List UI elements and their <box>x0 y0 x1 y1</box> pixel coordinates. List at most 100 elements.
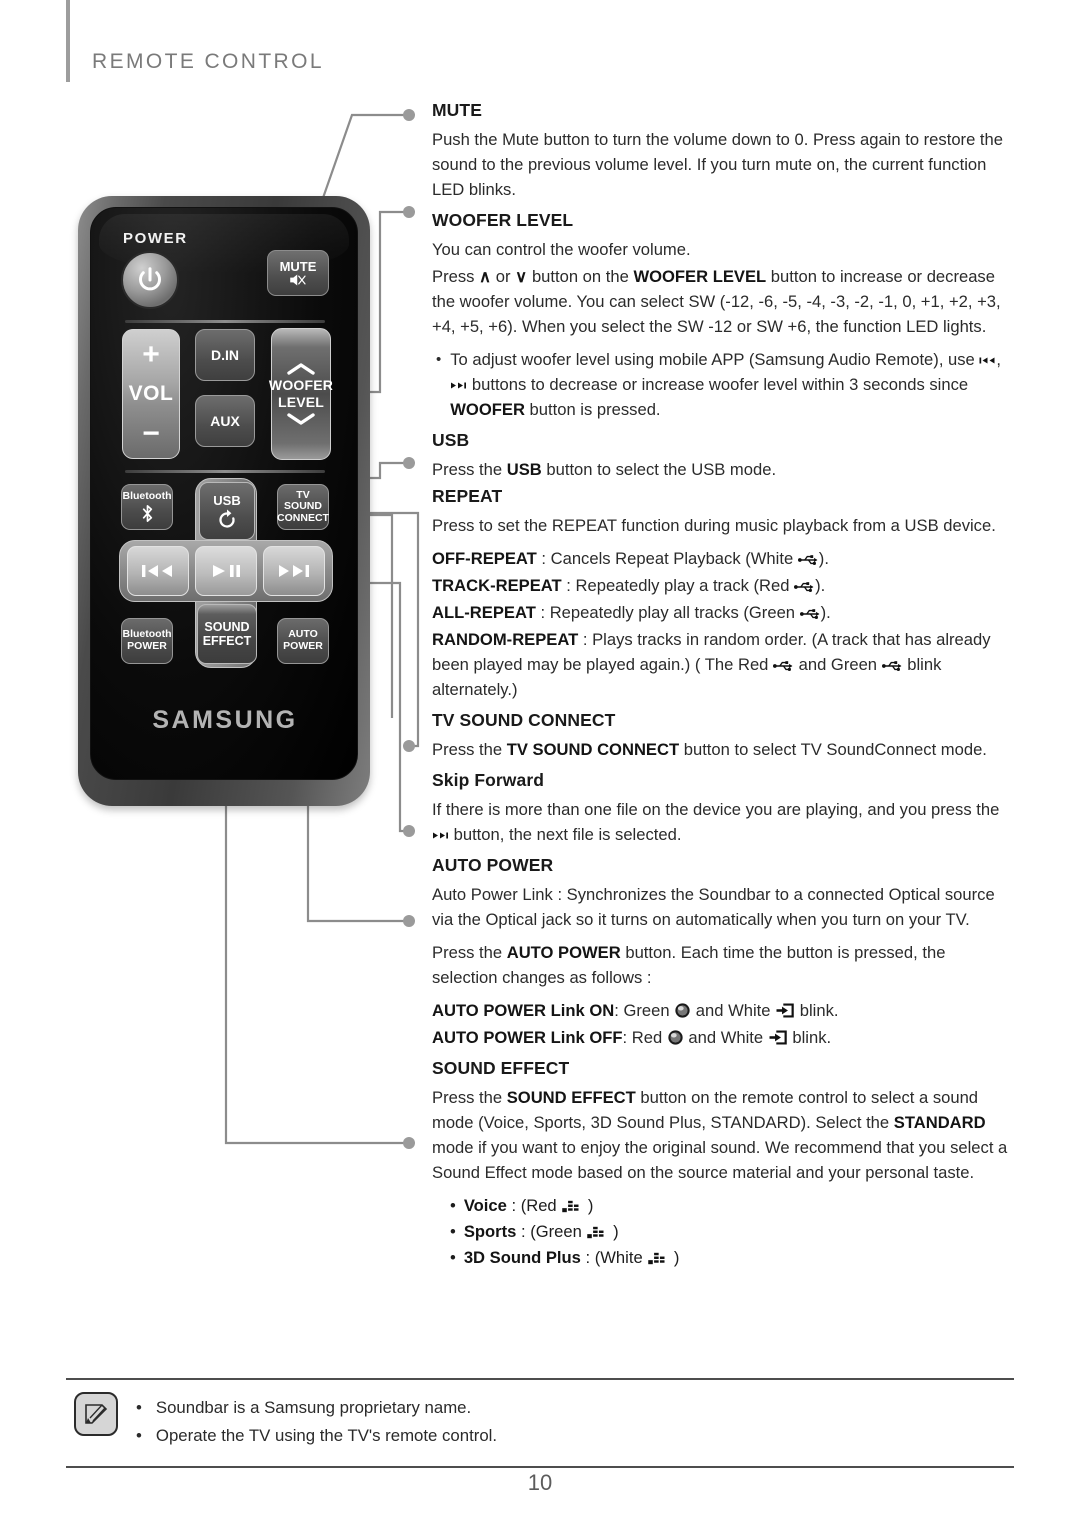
page-number: 10 <box>527 1470 553 1495</box>
sound-effect-label: SOUND EFFECT <box>203 620 252 648</box>
sound-effect-p-a: Press the <box>432 1088 507 1107</box>
auto-power-off-text: : Red <box>622 1028 667 1047</box>
remote-body: POWER MUTE + VOL − D.IN AUX WOOFER LEVEL… <box>78 196 370 806</box>
repeat-random-label: RANDOM-REPEAT <box>432 630 579 649</box>
woofer-bullet-d: button is pressed. <box>524 400 661 419</box>
chevron-up-icon <box>287 363 315 376</box>
skip-forward-icon <box>451 382 467 389</box>
auto-power-p2-a: Press the <box>432 943 507 962</box>
auto-power-off-tail: blink. <box>787 1028 832 1047</box>
mute-button[interactable]: MUTE <box>267 250 329 296</box>
woofer-bullet-c: buttons to decrease or increase woofer l… <box>467 375 969 394</box>
sports-text: : (Green <box>516 1222 587 1241</box>
equalizer-icon <box>562 1200 579 1213</box>
woofer-label-line1: WOOFER <box>268 377 334 394</box>
voice-text: : (Red <box>506 1196 562 1215</box>
plus-tail: ) <box>669 1248 680 1267</box>
sound-mode-sports-text: Sports : (Green ) <box>464 1219 619 1245</box>
woofer-level-button[interactable]: WOOFER LEVEL <box>268 328 334 460</box>
auto-power-button[interactable]: AUTO POWER <box>277 618 329 664</box>
repeat-all-text: : Repeatedly play all tracks (Green <box>535 603 800 622</box>
section-title-mute: MUTE <box>432 100 482 120</box>
auto-power-p2: Press the AUTO POWER button. Each time t… <box>432 940 1010 990</box>
woofer-bullet-bold: WOOFER <box>450 400 525 419</box>
usb-p-a: Press the <box>432 460 507 479</box>
remote-face: POWER MUTE + VOL − D.IN AUX WOOFER LEVEL… <box>90 207 358 780</box>
tv-sound-p-b: button to select TV SoundConnect mode. <box>679 740 987 759</box>
woofer-p2-a: Press <box>432 267 480 286</box>
tv-sound-p-bold: TV SOUND CONNECT <box>506 740 680 759</box>
samsung-brand-logo: SAMSUNG <box>152 706 298 734</box>
mute-speaker-icon <box>290 274 306 285</box>
section-title-usb: USB <box>432 430 470 450</box>
aux-label: AUX <box>210 413 240 429</box>
sound-effect-body: Press the SOUND EFFECT button on the rem… <box>432 1085 1010 1185</box>
sound-effect-p-c: mode if you want to enjoy the original s… <box>432 1138 1008 1182</box>
auto-power-p1: Auto Power Link : Synchronizes the Sound… <box>432 885 995 929</box>
note-line-text: Operate the TV using the TV's remote con… <box>155 1426 498 1445</box>
divider-middle <box>125 470 325 473</box>
d-in-label: D.IN <box>211 347 239 363</box>
sound-mode-sports: • Sports : (Green ) <box>432 1219 1010 1245</box>
repeat-off: OFF-REPEAT : Cancels Repeat Playback (Wh… <box>432 546 1010 571</box>
note-line-item: • Operate the TV using the TV's remote c… <box>136 1422 497 1450</box>
usb-body: Press the USB button to select the USB m… <box>432 457 1010 482</box>
repeat-all-label: ALL-REPEAT <box>432 603 536 622</box>
manual-page: REMOTE CONTROL POWER MUTE + VOL − D.IN A… <box>0 0 1080 1532</box>
usb-p-b: button to select the USB mode. <box>541 460 777 479</box>
divider-top <box>125 320 325 323</box>
voice-tail: ) <box>583 1196 594 1215</box>
repeat-all-tail: ). <box>820 603 831 622</box>
auto-power-on-mid: and White <box>691 1001 776 1020</box>
woofer-p2-b: or <box>491 267 516 286</box>
equalizer-icon <box>587 1226 604 1239</box>
bluetooth-power-button[interactable]: Bluetooth POWER <box>121 618 173 664</box>
power-icon <box>139 267 161 291</box>
sound-effect-p-bold2: STANDARD <box>893 1113 986 1132</box>
repeat-track-label: TRACK-REPEAT <box>432 576 562 595</box>
skip-back-icon <box>979 357 995 364</box>
note-content: • Soundbar is a Samsung proprietary name… <box>66 1380 1014 1464</box>
sports-label: Sports <box>463 1222 517 1241</box>
auto-power-label-line2: POWER <box>283 640 323 652</box>
woofer-bullet-text: To adjust woofer level using mobile APP … <box>450 347 1010 422</box>
woofer-p2-bold: WOOFER LEVEL <box>633 267 767 286</box>
repeat-track-tail: ). <box>815 576 826 595</box>
sports-tail: ) <box>608 1222 619 1241</box>
sound-effect-button[interactable]: SOUND EFFECT <box>197 604 257 664</box>
section-skip-forward: Skip Forward If there is more than one f… <box>432 770 1010 847</box>
led-indicator-icon <box>675 1003 690 1018</box>
repeat-off-label: OFF-REPEAT <box>432 549 537 568</box>
aux-button[interactable]: AUX <box>195 395 255 447</box>
sound-mode-voice: • Voice : (Red ) <box>432 1193 1010 1219</box>
auto-power-off-mid: and White <box>683 1028 768 1047</box>
power-button[interactable] <box>121 251 179 309</box>
skip-back-button[interactable] <box>127 546 189 596</box>
auto-power-on-tail: blink. <box>795 1001 839 1020</box>
section-woofer-level: WOOFER LEVEL You can control the woofer … <box>432 210 1010 422</box>
play-pause-button[interactable] <box>195 546 257 596</box>
usb-trident-icon <box>797 555 818 566</box>
sound-effect-label-line2: EFFECT <box>202 634 252 648</box>
woofer-label-line2: LEVEL <box>277 394 325 410</box>
repeat-all: ALL-REPEAT : Repeatedly play all tracks … <box>432 600 1010 625</box>
mute-body: Push the Mute button to turn the volume … <box>432 130 1003 199</box>
usb-p-bold: USB <box>506 460 542 479</box>
d-in-button[interactable]: D.IN <box>195 329 255 381</box>
section-usb: USB Press the USB button to select the U… <box>432 430 1010 482</box>
section-auto-power: AUTO POWER Auto Power Link : Synchronize… <box>432 855 1010 1050</box>
section-title-tv-sound: TV SOUND CONNECT <box>432 710 616 730</box>
bluetooth-power-label-line2: POWER <box>127 640 167 652</box>
volume-button[interactable]: + VOL − <box>122 329 180 459</box>
repeat-track: TRACK-REPEAT : Repeatedly play a track (… <box>432 573 1010 598</box>
sound-effect-label-line1: SOUND <box>204 620 250 634</box>
auto-power-on-label: AUTO POWER Link ON <box>432 1001 615 1020</box>
usb-button[interactable]: USB <box>199 482 255 540</box>
repeat-off-text: : Cancels Repeat Playback (White <box>536 549 798 568</box>
plus-label: 3D Sound Plus <box>463 1248 581 1267</box>
repeat-track-text: : Repeatedly play a track (Red <box>561 576 795 595</box>
skip-forward-button[interactable] <box>263 546 325 596</box>
pencil-glyph-icon <box>85 1404 108 1424</box>
note-rule-bottom <box>66 1466 1014 1468</box>
plus-text: : (White <box>580 1248 648 1267</box>
